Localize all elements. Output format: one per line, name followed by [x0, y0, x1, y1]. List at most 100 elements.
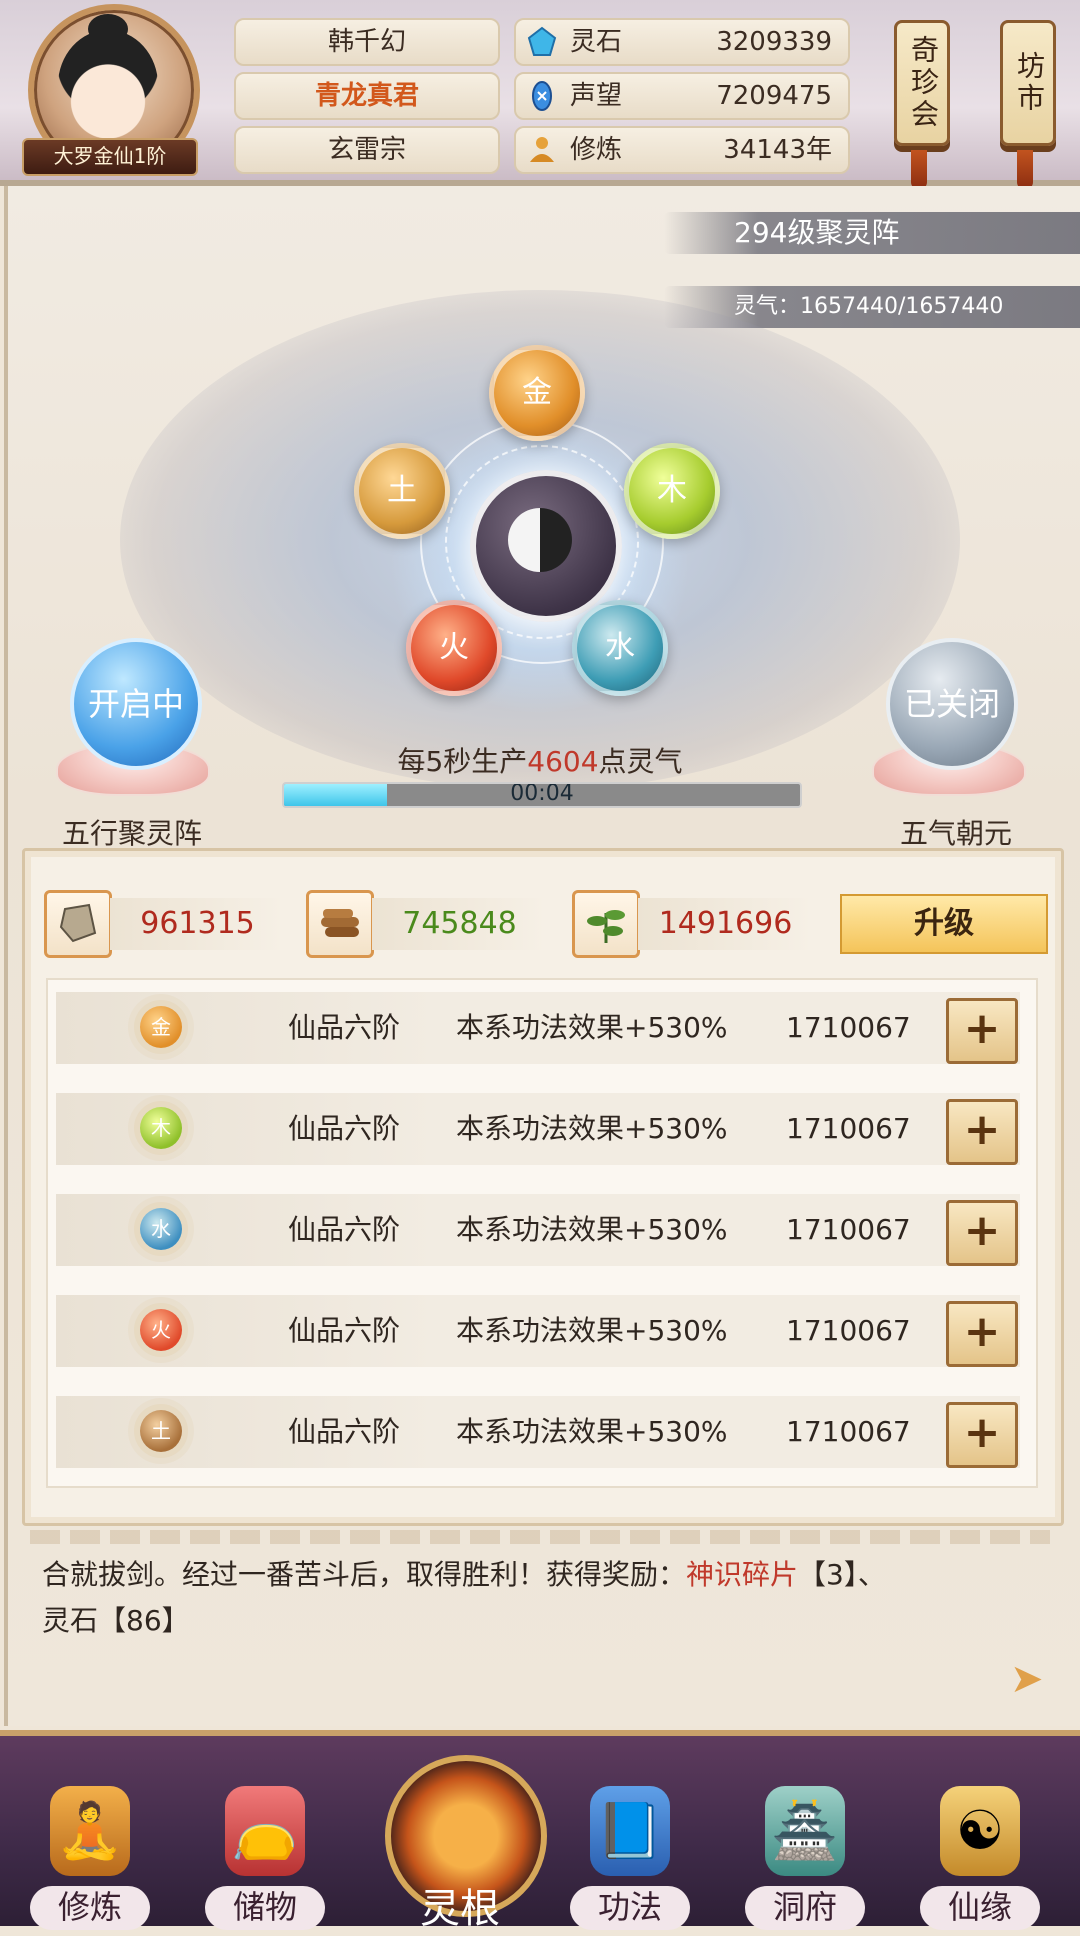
nav-item-cave[interactable]: 🏯 洞府	[735, 1786, 875, 1936]
element-orb-wood[interactable]: 木	[624, 443, 720, 539]
stat-label: 修炼	[570, 135, 623, 165]
resource-wood-value: 745848	[372, 898, 547, 950]
stat-value: 34143年	[723, 135, 832, 165]
nav-item-fate[interactable]: ☯ 仙缘	[910, 1786, 1050, 1936]
row-cost: 1710067	[786, 1011, 911, 1044]
resource-herb-value: 1491696	[638, 898, 813, 950]
element-orb-fire[interactable]: 火	[406, 600, 502, 696]
row-effect: 本系功法效果+530%	[456, 1314, 728, 1347]
rank-tag: 大罗金仙1阶	[22, 138, 198, 176]
upgrade-button[interactable]: 升级	[840, 894, 1048, 954]
five-qi-switch[interactable]: 已关闭	[886, 638, 1018, 770]
row-grade: 仙品六阶	[288, 1314, 401, 1347]
stat-cultivation: 修炼 34143年	[514, 126, 850, 174]
resource-ore-value: 961315	[110, 898, 285, 950]
water-element-icon: 水	[140, 1208, 182, 1250]
add-button[interactable]: +	[946, 1200, 1018, 1266]
stat-value: 7209475	[716, 81, 832, 111]
ornament-divider	[30, 1530, 1050, 1544]
nav-label: 修炼	[57, 1888, 122, 1926]
header: 大罗金仙1阶 韩千幻 青龙真君 玄雷宗 灵石 3209339 声望 720947…	[0, 0, 1080, 190]
wood-icon	[306, 890, 374, 958]
nav-item-cultivate[interactable]: 🧘 修炼	[20, 1786, 160, 1936]
element-orb-water[interactable]: 水	[572, 600, 668, 696]
ore-icon	[44, 890, 112, 958]
message-text: 灵石【86】	[42, 1604, 190, 1637]
cultivation-icon	[530, 137, 554, 162]
message-text: 合就拔剑。经过一番苦斗后，取得胜利！获得奖励：	[42, 1558, 687, 1591]
reputation-icon	[532, 81, 552, 111]
cave-icon: 🏯	[765, 1786, 845, 1876]
add-button[interactable]: +	[946, 998, 1018, 1064]
production-text: 每5秒生产4604点灵气	[240, 740, 840, 780]
earth-element-icon: 土	[140, 1410, 182, 1452]
production-progress-bar: 00:04	[282, 782, 802, 808]
stat-spirit-stone: 灵石 3209339	[514, 18, 850, 66]
gold-element-icon: 金	[140, 1006, 182, 1048]
fate-icon: ☯	[940, 1786, 1020, 1876]
tab-treasure-auction[interactable]: 奇珍会	[894, 20, 950, 146]
five-elements-switch[interactable]: 开启中	[70, 638, 202, 770]
element-row-gold: 金 仙品六阶 本系功法效果+530% 1710067 +	[56, 992, 1020, 1064]
tassel-decoration	[1017, 150, 1033, 190]
stat-label: 声望	[570, 81, 623, 111]
avatar-face	[58, 30, 158, 140]
stat-label: 灵石	[570, 27, 623, 57]
element-row-fire: 火 仙品六阶 本系功法效果+530% 1710067 +	[56, 1295, 1020, 1367]
production-value: 4604	[527, 745, 599, 778]
cultivate-icon: 🧘	[50, 1786, 130, 1876]
spirit-stone-icon	[527, 26, 557, 56]
nav-label: 仙缘	[947, 1888, 1012, 1926]
taiji-icon[interactable]	[470, 470, 622, 622]
add-button[interactable]: +	[946, 1301, 1018, 1367]
tassel-decoration	[911, 150, 927, 190]
tab-market[interactable]: 坊市	[1000, 20, 1056, 146]
row-cost: 1710067	[786, 1314, 911, 1347]
battle-log-message: 合就拔剑。经过一番苦斗后，取得胜利！获得奖励：神识碎片【3】、 灵石【86】	[42, 1552, 1042, 1644]
player-sect: 玄雷宗	[234, 126, 500, 174]
production-prefix: 每5秒生产	[397, 745, 528, 778]
message-reward-highlight: 神识碎片	[686, 1558, 799, 1591]
five-qi-label: 五气朝元	[899, 817, 1012, 850]
row-cost: 1710067	[786, 1112, 911, 1145]
nav-item-technique[interactable]: 📘 功法	[560, 1786, 700, 1936]
row-cost: 1710067	[786, 1213, 911, 1246]
progress-timer: 00:04	[510, 782, 574, 806]
stat-value: 3209339	[716, 27, 832, 57]
nav-label: 洞府	[772, 1888, 837, 1926]
element-orb-earth[interactable]: 土	[354, 443, 450, 539]
nav-item-storage[interactable]: 👝 储物	[195, 1786, 335, 1936]
row-cost: 1710067	[786, 1415, 911, 1448]
row-effect: 本系功法效果+530%	[456, 1011, 728, 1044]
next-arrow-icon[interactable]: ➤	[1010, 1656, 1044, 1702]
row-grade: 仙品六阶	[288, 1213, 401, 1246]
row-grade: 仙品六阶	[288, 1011, 401, 1044]
element-row-wood: 木 仙品六阶 本系功法效果+530% 1710067 +	[56, 1093, 1020, 1165]
player-name: 韩千幻	[234, 18, 500, 66]
storage-icon: 👝	[225, 1786, 305, 1876]
yin-yang-icon	[508, 508, 572, 572]
row-effect: 本系功法效果+530%	[456, 1415, 728, 1448]
five-elements-array-label: 五行聚灵阵	[61, 817, 202, 850]
nav-label: 功法	[597, 1888, 662, 1926]
technique-icon: 📘	[590, 1786, 670, 1876]
row-effect: 本系功法效果+530%	[456, 1112, 728, 1145]
wood-element-icon: 木	[140, 1107, 182, 1149]
nav-label-active: 灵根	[420, 1886, 500, 1932]
element-row-earth: 土 仙品六阶 本系功法效果+530% 1710067 +	[56, 1396, 1020, 1468]
message-text: 【3】、	[798, 1558, 886, 1591]
player-title: 青龙真君	[234, 72, 500, 120]
element-row-water: 水 仙品六阶 本系功法效果+530% 1710067 +	[56, 1194, 1020, 1266]
array-level-banner: 294级聚灵阵	[664, 212, 1080, 254]
add-button[interactable]: +	[946, 1402, 1018, 1468]
fire-element-icon: 火	[140, 1309, 182, 1351]
production-suffix: 点灵气	[598, 745, 683, 778]
nav-label: 储物	[232, 1888, 297, 1926]
herb-icon	[572, 890, 640, 958]
stat-reputation: 声望 7209475	[514, 72, 850, 120]
row-effect: 本系功法效果+530%	[456, 1213, 728, 1246]
add-button[interactable]: +	[946, 1099, 1018, 1165]
row-grade: 仙品六阶	[288, 1112, 401, 1145]
element-orb-gold[interactable]: 金	[489, 345, 585, 441]
row-grade: 仙品六阶	[288, 1415, 401, 1448]
